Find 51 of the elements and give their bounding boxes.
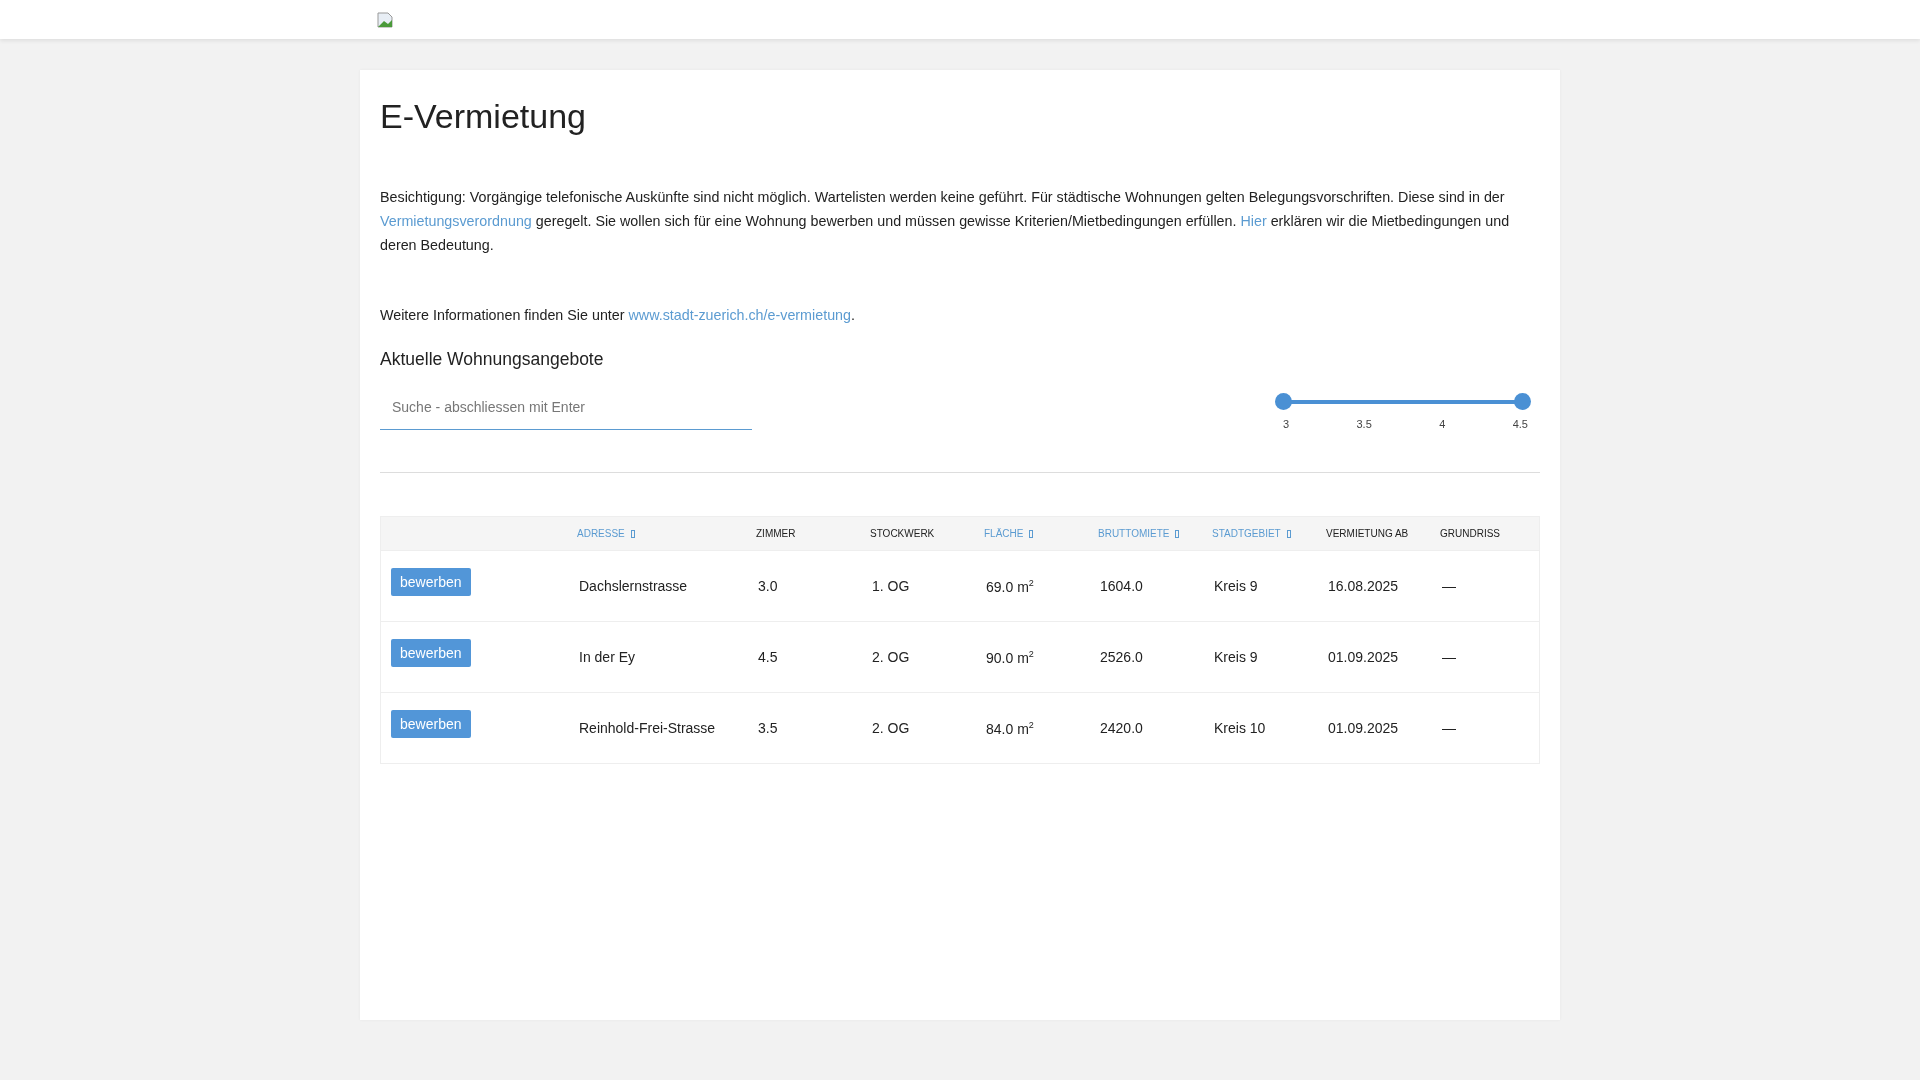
sort-icon [1175, 529, 1180, 538]
broken-image-icon [377, 11, 393, 28]
table-cell: — [1442, 720, 1456, 737]
slider-tick-label: 4.5 [1512, 418, 1528, 431]
section-title: Aktuelle Wohnungsangebote [380, 349, 605, 371]
column-header: GRUNDRISS [1440, 528, 1500, 540]
apply-button[interactable]: bewerben [391, 710, 471, 739]
column-header: VERMIETUNG AB [1326, 528, 1409, 540]
text-link[interactable]: Hier [1240, 213, 1267, 230]
table-cell: 2. OG [872, 649, 910, 666]
table-cell: 3.5 [758, 720, 778, 737]
table-cell: — [1442, 649, 1456, 666]
table-cell: 1. OG [872, 578, 910, 595]
page-title: E-Vermietung [380, 96, 587, 137]
slider-thumb[interactable] [1514, 393, 1531, 411]
table-cell: Reinhold-Frei-Strasse [579, 720, 716, 737]
table-cell: 01.09.2025 [1328, 649, 1399, 666]
column-header: ZIMMER [756, 528, 796, 540]
sort-icon [1286, 529, 1291, 538]
intro-paragraph: Besichtigung: Vorgängige telefonische Auskünfte sind nicht möglich. Wartelisten werden keine geführt. Für städtische Wohnungen gelten Belegungsvorschriften. Diese sind in der Vermietungsverordnung geregelt. Sie wollen sich für eine Wohnung bewerben und müssen gewisse Kriterien/Mietbedingungen erfüllen. Hier erklären wir die Mietbedingungen und deren Bedeutung. [380, 188, 1511, 256]
sort-icon [1029, 529, 1034, 538]
column-header: STOCKWERK [870, 528, 935, 540]
sort-header[interactable]: ADRESSE [577, 528, 635, 540]
table-cell: 2526.0 [1100, 649, 1143, 666]
table-cell: 01.09.2025 [1328, 720, 1399, 737]
table-cell: 69.0 m$^{2}$ [986, 578, 1034, 595]
slider-tick-label: 3 [1283, 418, 1290, 431]
table-cell: 16.08.2025 [1328, 578, 1399, 595]
text-link[interactable]: www.stadt-zuerich.ch/e-vermietung [628, 307, 851, 324]
table-cell: 3.0 [758, 578, 778, 595]
sort-header[interactable]: FLÄCHE [984, 528, 1034, 540]
table-cell: Kreis 9 [1214, 578, 1258, 595]
text-link[interactable]: Vermietungsverordnung [380, 213, 532, 230]
table-cell: 2. OG [872, 720, 910, 737]
sort-icon [630, 529, 635, 538]
table-cell: 84.0 m$^{2}$ [986, 720, 1034, 737]
apply-button[interactable]: bewerben [391, 639, 471, 668]
table-cell: — [1442, 578, 1456, 595]
slider-thumb[interactable] [1275, 393, 1292, 411]
slider-tick-label: 3.5 [1356, 418, 1372, 431]
apply-button[interactable]: bewerben [391, 568, 471, 597]
table-cell: 4.5 [758, 649, 778, 666]
table-cell: Dachslernstrasse [579, 578, 688, 595]
table-cell: Kreis 10 [1214, 720, 1266, 737]
table-cell: 90.0 m$^{2}$ [986, 649, 1034, 666]
info-paragraph: Weitere Informationen finden Sie unter www.stadt-zuerich.ch/e-vermietung. [380, 306, 856, 326]
table-cell: 2420.0 [1100, 720, 1143, 737]
table-cell: In der Ey [579, 649, 636, 666]
table-cell: 1604.0 [1100, 578, 1143, 595]
table-cell: Kreis 9 [1214, 649, 1258, 666]
slider-tick-label: 4 [1439, 418, 1446, 431]
